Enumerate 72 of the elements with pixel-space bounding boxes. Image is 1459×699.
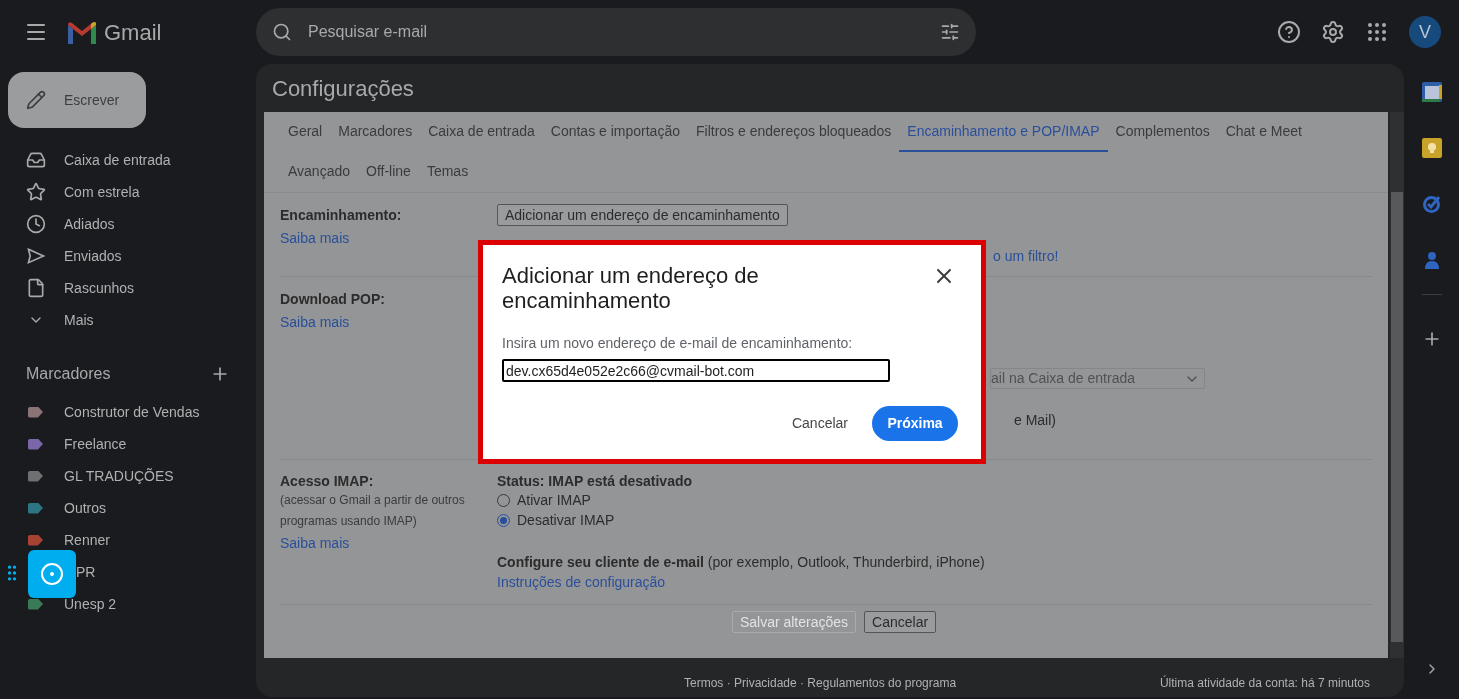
nav-item[interactable]: Adiados	[64, 213, 115, 235]
add-forwarding-button[interactable]: Adicionar um endereço de encaminhamento	[497, 204, 788, 226]
dropdown-select[interactable]: ail na Caixa de entrada	[990, 368, 1205, 389]
search-bar[interactable]: Pesquisar e-mail	[256, 8, 976, 56]
label-item[interactable]: Outros	[64, 497, 106, 519]
settings-tab[interactable]: Contas e importação	[542, 112, 688, 152]
imap-status: Status: IMAP está desativado	[497, 472, 694, 490]
lightbulb-icon[interactable]	[1421, 138, 1442, 158]
email-input-field[interactable]: dev.cx65d4e052e2c66@cvmail-bot.com	[502, 359, 890, 382]
calendar-icon[interactable]	[1421, 82, 1442, 102]
nav-item[interactable]: Caixa de entrada	[64, 149, 171, 171]
label-item[interactable]: Freelance	[64, 433, 127, 455]
next-button[interactable]: Próxima	[872, 406, 958, 441]
field-label: Insira um novo endereço de e-mail de encaminhamento:	[502, 334, 854, 353]
settings-tab[interactable]: Geral	[280, 112, 331, 152]
dialog-title: Adicionar um endereço de encaminhamento	[502, 263, 760, 313]
label-item[interactable]: PR	[76, 561, 96, 583]
file-icon	[26, 278, 46, 298]
footer-links[interactable]: Termos · Privacidade · Regulamentos do programa	[684, 676, 957, 690]
settings-tab[interactable]: Caixa de entrada	[420, 112, 543, 152]
label-item[interactable]: Renner	[64, 529, 110, 551]
apps-icon[interactable]	[1365, 20, 1389, 44]
star-icon	[26, 182, 46, 202]
settings-tab[interactable]: Off-line	[358, 152, 419, 192]
section-heading: Acesso IMAP:	[280, 472, 375, 490]
label-item[interactable]: GL TRADUÇÕES	[64, 465, 174, 487]
app-name: Gmail	[104, 18, 162, 47]
label-item[interactable]: Construtor de Vendas	[64, 401, 200, 423]
page-title: Configurações	[272, 74, 414, 103]
section-description: (acessar o Gmail a partir de outros programas usando IMAP)	[280, 492, 466, 530]
settings-icon[interactable]	[1321, 20, 1345, 44]
tasks-icon[interactable]	[1421, 194, 1442, 214]
cancel-button[interactable]: Cancelar	[864, 611, 937, 633]
settings-tab[interactable]: Chat e Meet	[1217, 112, 1310, 152]
filter-link[interactable]: o um filtro!	[993, 246, 1059, 267]
send-icon	[26, 246, 46, 266]
learn-more-link[interactable]: Saiba mais	[280, 532, 497, 554]
filter-icon[interactable]	[940, 22, 960, 42]
radio-label: Desativar IMAP	[517, 510, 615, 530]
nav-item[interactable]: Enviados	[64, 245, 122, 267]
learn-more-link[interactable]: Saiba mais	[280, 228, 497, 249]
account-activity-text: Última atividade da conta: há 7 minutos	[1159, 676, 1370, 690]
nav-item[interactable]: Rascunhos	[64, 277, 135, 299]
record-icon	[40, 562, 64, 586]
inbox-icon	[26, 150, 46, 170]
settings-tab[interactable]: Complementos	[1107, 112, 1218, 152]
pencil-icon	[26, 90, 46, 110]
labels-heading: Marcadores	[26, 364, 111, 384]
search-icon	[272, 22, 292, 42]
nav-item[interactable]: Mais	[64, 309, 94, 331]
setup-instructions-link[interactable]: Instruções de configuração	[497, 572, 985, 592]
record-widget-button[interactable]	[28, 550, 76, 598]
nav-item[interactable]: Com estrela	[64, 181, 140, 203]
section-heading: Download POP:	[280, 290, 386, 309]
label-item[interactable]: Unesp 2	[64, 593, 117, 615]
compose-button[interactable]: Escrever	[8, 72, 146, 128]
settings-tab[interactable]: Marcadores	[330, 112, 421, 152]
clock-icon	[26, 214, 46, 234]
settings-tab[interactable]: Temas	[418, 152, 477, 192]
section-heading: Encaminhamento:	[280, 206, 403, 225]
account-avatar[interactable]: V	[1409, 16, 1441, 48]
scrollbar-thumb[interactable]	[1391, 192, 1403, 642]
cancel-button[interactable]: Cancelar	[791, 413, 848, 434]
settings-tab[interactable]: Avançado	[280, 152, 358, 192]
gmail-logo-icon	[66, 20, 98, 44]
search-field[interactable]: Pesquisar e-mail	[308, 20, 924, 44]
option-text: e Mail)	[1014, 411, 1057, 430]
radio-label: Ativar IMAP	[517, 490, 591, 510]
settings-tab[interactable]: Filtros e endereços bloqueados	[688, 112, 900, 152]
settings-tab[interactable]: Encaminhamento e POP/IMAP	[899, 112, 1108, 152]
help-icon[interactable]	[1277, 20, 1301, 44]
client-setup-text: Configure seu cliente de e-mail (por exemplo, Outlook, Thunderbird, iPhone)	[497, 553, 985, 572]
